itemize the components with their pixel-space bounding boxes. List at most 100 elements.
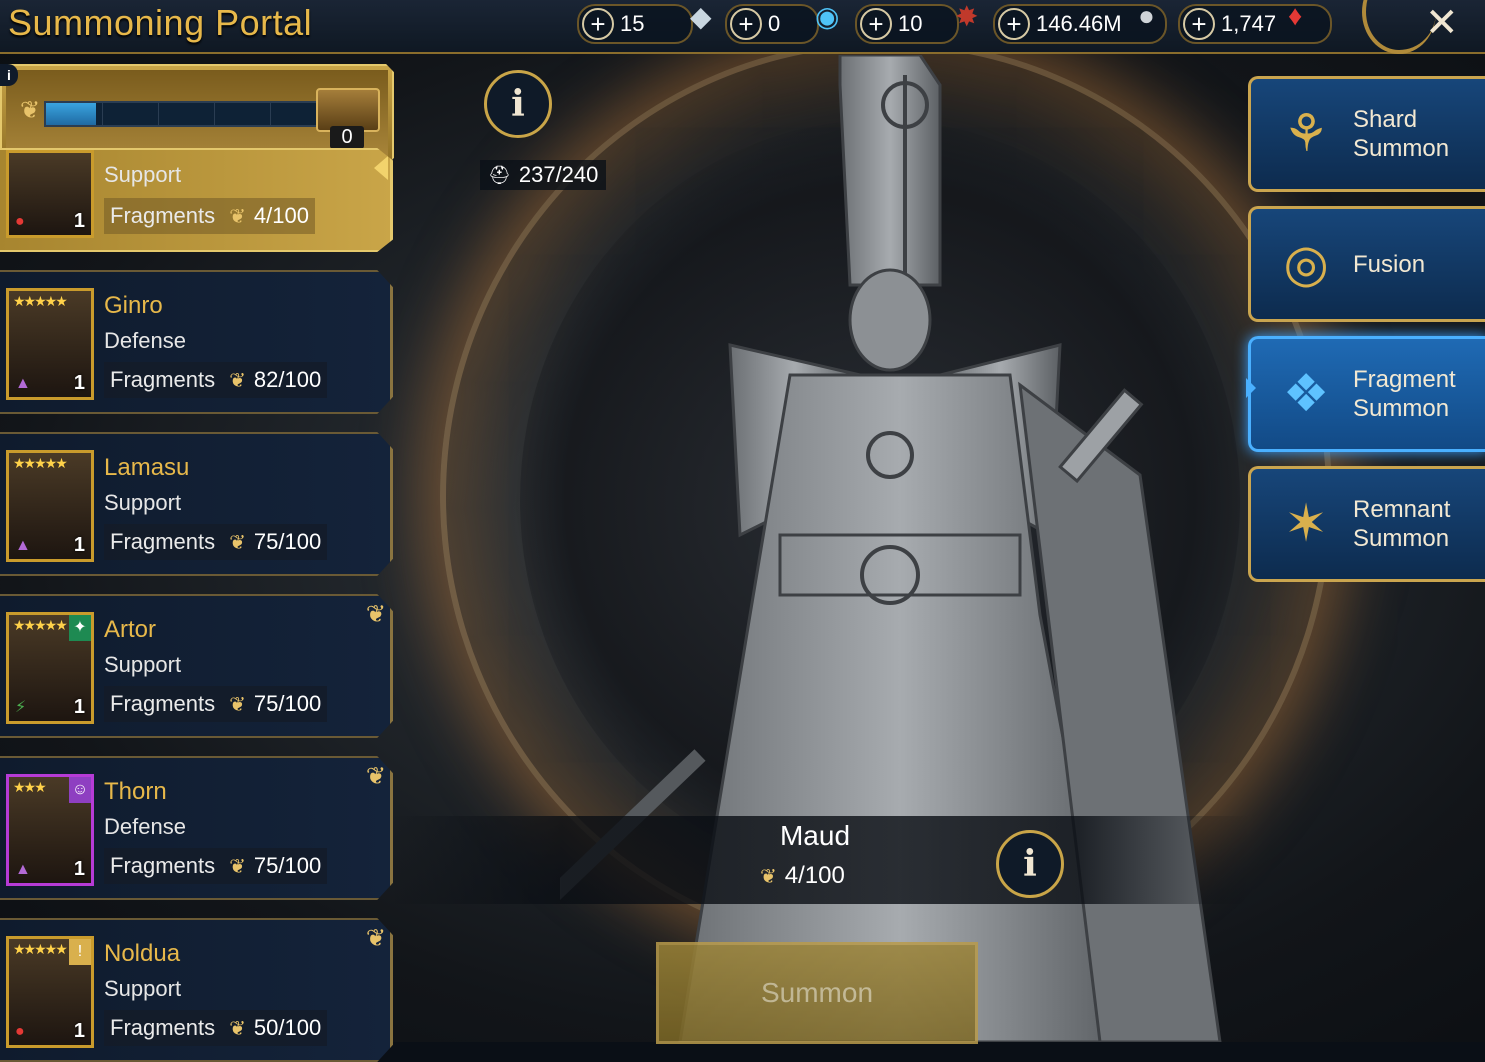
fragment-leaf-icon: ❦ bbox=[365, 925, 386, 952]
fusion-icon: ◎ bbox=[1283, 235, 1329, 293]
fragment-leaf-icon: ❦ bbox=[229, 1017, 246, 1040]
champion-name: Ginro bbox=[104, 292, 163, 319]
champion-name: Artor bbox=[104, 616, 157, 643]
champion-role: Support bbox=[104, 490, 182, 515]
energy-value: 15 bbox=[620, 11, 645, 36]
champion-role: Defense bbox=[104, 328, 186, 353]
void-affinity-icon: ▲ bbox=[15, 861, 31, 878]
champion-capacity: ⛑ 237/240 bbox=[480, 160, 607, 190]
champion-card-maud[interactable]: ● 1 Support Fragments ❦ 4/100 bbox=[0, 148, 393, 252]
shard-summon-button[interactable]: ⚘ Shard Summon bbox=[1248, 76, 1485, 192]
progress-fill bbox=[46, 103, 96, 125]
runner-badge-icon: ✦ bbox=[69, 615, 91, 641]
champion-role: Support bbox=[104, 652, 182, 677]
remnant-summon-button[interactable]: ✶ Remnant Summon bbox=[1248, 466, 1485, 582]
rarity-stars: ★★★ bbox=[13, 779, 47, 795]
spirit-affinity-icon: ● bbox=[15, 213, 25, 230]
fragment-count: Fragments ❦ 82/100 bbox=[104, 362, 328, 398]
fragment-progress-bar bbox=[44, 101, 324, 127]
fragment-count: Fragments ❦ 75/100 bbox=[104, 686, 328, 722]
progress-value: 0 bbox=[330, 126, 364, 149]
fragment-count: Fragments ❦ 75/100 bbox=[104, 524, 328, 560]
silver-value: 146.46M bbox=[1036, 11, 1122, 36]
close-icon[interactable]: ✕ bbox=[1425, 0, 1459, 46]
helmet-icon: ⛑ bbox=[488, 164, 511, 185]
shards-value: 0 bbox=[768, 11, 781, 36]
fragment-count: Fragments ❦ 4/100 bbox=[104, 198, 315, 234]
champion-portrait: ★★★★★ ! ● 1 bbox=[6, 936, 94, 1048]
selected-arrow-icon bbox=[374, 156, 388, 180]
shard-summon-icon: ⚘ bbox=[1282, 105, 1330, 163]
summon-button[interactable]: Summon bbox=[656, 942, 978, 1044]
resource-energy: + 15 bbox=[577, 4, 693, 44]
crystal-icon: ◆ bbox=[690, 1, 712, 32]
champion-card-artor[interactable]: ★★★★★ ✦ ⚡ 1 Artor Support Fragments ❦ 75… bbox=[0, 594, 393, 738]
fragment-count: Fragments ❦ 50/100 bbox=[104, 1010, 328, 1046]
champion-level: 1 bbox=[73, 858, 85, 880]
selected-champion-fragments: ❦ 4/100 bbox=[760, 862, 845, 889]
champion-portrait: ● 1 bbox=[6, 150, 94, 238]
champion-card-thorn[interactable]: ★★★ ☺ ▲ 1 Thorn Defense Fragments ❦ 75/1… bbox=[0, 756, 393, 900]
fragment-leaf-icon: ❦ bbox=[229, 369, 246, 392]
fragment-leaf-icon: ❦ bbox=[229, 205, 246, 228]
champion-level: 1 bbox=[73, 534, 85, 556]
champion-portrait: ★★★★★ ▲ 1 bbox=[6, 288, 94, 400]
champion-info-icon[interactable]: i bbox=[996, 830, 1064, 898]
force-affinity-icon: ⚡ bbox=[15, 699, 27, 716]
fusion-button[interactable]: ◎ Fusion bbox=[1248, 206, 1485, 322]
champion-portrait: ★★★★★ ✦ ⚡ 1 bbox=[6, 612, 94, 724]
champion-level: 1 bbox=[73, 696, 85, 718]
void-affinity-icon: ▲ bbox=[15, 537, 31, 554]
resource-gems: + 1,747 bbox=[1178, 4, 1332, 44]
rarity-stars: ★★★★★ bbox=[13, 455, 68, 471]
spirit-affinity-icon: ● bbox=[15, 1023, 25, 1040]
fragment-leaf-icon: ❦ bbox=[365, 601, 386, 628]
fragment-count: Fragments ❦ 75/100 bbox=[104, 848, 328, 884]
fragment-leaf-icon: ❦ bbox=[20, 97, 41, 124]
champion-name: Thorn bbox=[104, 778, 167, 805]
champion-card-noldua[interactable]: ★★★★★ ! ● 1 Noldua Support Fragments ❦ 5… bbox=[0, 918, 393, 1062]
add-tokens-button[interactable]: + bbox=[860, 8, 892, 40]
rarity-stars: ★★★★★ bbox=[13, 293, 68, 309]
alert-badge-icon: ! bbox=[69, 939, 91, 965]
remnant-summon-icon: ✶ bbox=[1284, 495, 1328, 553]
champion-name: Noldua bbox=[104, 940, 181, 967]
add-gems-button[interactable]: + bbox=[1183, 8, 1215, 40]
add-silver-button[interactable]: + bbox=[998, 8, 1030, 40]
fragment-leaf-icon: ❦ bbox=[760, 865, 777, 888]
champion-card-ginro[interactable]: ★★★★★ ▲ 1 Ginro Defense Fragments ❦ 82/1… bbox=[0, 270, 393, 414]
silver-coin-icon: ● bbox=[1138, 0, 1155, 31]
fragment-summon-icon: ❖ bbox=[1282, 365, 1330, 423]
rarity-stars: ★★★★★ bbox=[13, 941, 68, 957]
tokens-value: 10 bbox=[898, 11, 923, 36]
resource-ancient-shards: + 0 bbox=[725, 4, 819, 44]
portal-info-icon[interactable]: i bbox=[484, 70, 552, 138]
champion-role: Support bbox=[104, 162, 182, 187]
fragment-summon-button[interactable]: ❖ Fragment Summon bbox=[1248, 336, 1485, 452]
champion-level: 1 bbox=[73, 210, 85, 232]
champion-portrait: ★★★★★ ▲ 1 bbox=[6, 450, 94, 562]
person-badge-icon: ☺ bbox=[69, 777, 91, 803]
fragment-leaf-icon: ❦ bbox=[229, 693, 246, 716]
void-affinity-icon: ▲ bbox=[15, 375, 31, 392]
selected-champion-name: Maud bbox=[779, 820, 851, 851]
page-title: Summoning Portal bbox=[8, 2, 313, 43]
active-indicator-icon bbox=[1246, 378, 1256, 398]
fragment-leaf-icon: ❦ bbox=[229, 855, 246, 878]
add-shards-button[interactable]: + bbox=[730, 8, 762, 40]
top-bar: Summoning Portal + 15 ◆ + 0 ◉ + 10 ✸ + 1… bbox=[0, 0, 1485, 54]
ancient-shard-icon: ◉ bbox=[815, 1, 840, 32]
champion-name: Lamasu bbox=[104, 454, 190, 481]
ruby-gem-icon: ♦ bbox=[1288, 0, 1303, 31]
progress-info-icon[interactable]: i bbox=[0, 64, 18, 86]
champion-level: 1 bbox=[73, 1020, 85, 1042]
rarity-stars: ★★★★★ bbox=[13, 617, 68, 633]
champion-role: Support bbox=[104, 976, 182, 1001]
champion-card-lamasu[interactable]: ★★★★★ ▲ 1 Lamasu Support Fragments ❦ 75/… bbox=[0, 432, 393, 576]
champion-role: Defense bbox=[104, 814, 186, 839]
fragment-leaf-icon: ❦ bbox=[229, 531, 246, 554]
gems-value: 1,747 bbox=[1221, 11, 1277, 36]
resource-arena-tokens: + 10 bbox=[855, 4, 959, 44]
add-energy-button[interactable]: + bbox=[582, 8, 614, 40]
champion-portrait: ★★★ ☺ ▲ 1 bbox=[6, 774, 94, 886]
